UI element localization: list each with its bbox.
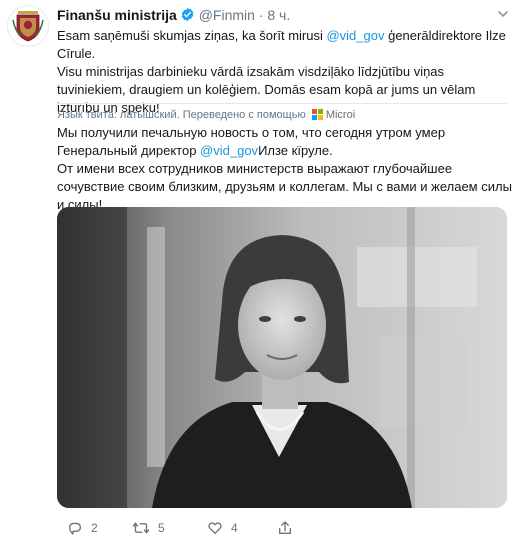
translation-label: Язык твита: латышский. Переведено с помо… — [57, 109, 306, 121]
tweet-text-line1: Esam saņēmuši skumjas ziņas, ka šorīt mi… — [57, 28, 506, 61]
author-name[interactable]: Finanšu ministrija — [57, 7, 177, 23]
mention-link[interactable]: @vid_gov — [326, 28, 384, 43]
share-button[interactable] — [277, 520, 293, 536]
translation-info: Язык твита: латышский. Переведено с помо… — [57, 103, 507, 124]
like-button[interactable]: 4 — [207, 520, 238, 536]
heart-icon — [208, 522, 222, 534]
translated-text: Мы получили печальную новость о том, что… — [57, 124, 512, 214]
retweet-icon — [132, 522, 150, 534]
author-handle[interactable]: @Finmin — [199, 7, 255, 23]
translated-text-line1: Мы получили печальную новость о том, что… — [57, 125, 446, 158]
mention-link-translated[interactable]: @vid_gov — [200, 143, 258, 158]
avatar[interactable] — [7, 5, 49, 47]
tweet-time[interactable]: 8 ч. — [267, 7, 290, 23]
microsoft-logo-icon — [311, 109, 323, 124]
retweet-count: 5 — [158, 521, 165, 535]
reply-count: 2 — [91, 521, 98, 535]
like-count: 4 — [231, 521, 238, 535]
crest-logo-icon — [8, 6, 48, 46]
translation-provider[interactable]: Microi — [326, 109, 355, 121]
share-icon — [279, 521, 291, 534]
reply-icon — [69, 522, 81, 535]
translated-text-line2: От имени всех сотрудников министерств вы… — [57, 161, 512, 212]
verified-badge-icon — [180, 7, 195, 26]
tweet-header: Finanšu ministrija @Finmin · 8 ч. — [57, 6, 290, 26]
tweet-photo[interactable] — [57, 207, 507, 508]
retweet-button[interactable]: 5 — [132, 520, 165, 536]
portrait-image — [57, 207, 507, 508]
reply-button[interactable]: 2 — [67, 520, 98, 536]
chevron-down-icon[interactable] — [496, 7, 510, 26]
separator: · — [258, 7, 264, 23]
